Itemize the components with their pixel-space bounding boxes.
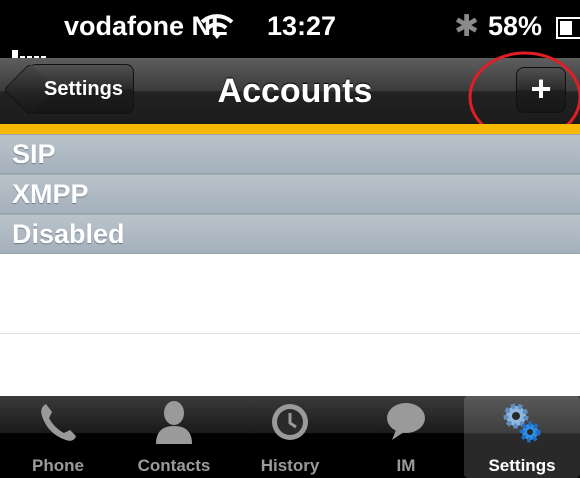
page-title: Accounts [217,72,373,110]
battery-icon [556,17,580,39]
clock-icon [272,404,308,440]
clock-time: 13:27 [267,11,337,41]
back-button[interactable]: Settings [28,64,134,114]
section-header-sip[interactable]: SIP [0,134,580,174]
gears-icon [503,403,541,443]
signal-icon [12,27,48,58]
tab-label: Phone [32,456,84,475]
accent-stripe [0,124,580,134]
tab-label: Contacts [137,456,211,475]
status-bar: vodafone NL 13:27 ✱ 58% [0,0,580,58]
list-row [0,254,580,334]
tab-label: History [260,456,320,475]
tab-phone[interactable]: Phone [0,396,116,478]
chat-bubble-icon [387,403,425,440]
add-account-button[interactable]: + [516,67,566,113]
tab-label: IM [396,456,416,475]
wifi-icon [200,14,234,39]
contacts-icon [156,401,192,444]
tab-settings[interactable]: Settings [464,396,580,478]
phone-icon [41,404,76,441]
accounts-list: SIP XMPP Disabled [0,134,580,254]
tab-im[interactable]: IM [348,396,464,478]
tab-contacts[interactable]: Contacts [116,396,232,478]
battery-percent: 58% [488,11,543,41]
navigation-bar: Settings Accounts + [0,58,580,124]
tab-history[interactable]: History [232,396,348,478]
tab-label: Settings [488,456,556,475]
tab-bar: Phone Contacts History IM Settings [0,396,580,478]
section-header-xmpp[interactable]: XMPP [0,174,580,214]
bluetooth-icon: ✱ [454,10,480,43]
empty-rows [0,254,580,414]
section-header-disabled[interactable]: Disabled [0,214,580,254]
